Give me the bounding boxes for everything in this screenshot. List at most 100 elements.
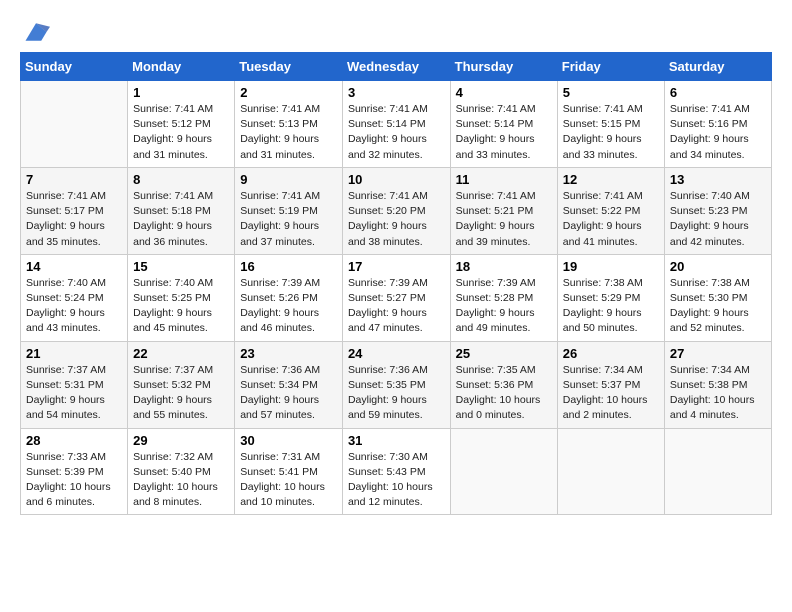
day-info: Sunrise: 7:40 AMSunset: 5:25 PMDaylight:… <box>133 276 229 337</box>
day-number: 14 <box>26 259 122 274</box>
calendar-cell: 4Sunrise: 7:41 AMSunset: 5:14 PMDaylight… <box>450 81 557 168</box>
day-info: Sunrise: 7:41 AMSunset: 5:14 PMDaylight:… <box>456 102 552 163</box>
col-header-thursday: Thursday <box>450 53 557 81</box>
day-info: Sunrise: 7:41 AMSunset: 5:12 PMDaylight:… <box>133 102 229 163</box>
calendar-cell: 12Sunrise: 7:41 AMSunset: 5:22 PMDayligh… <box>557 167 664 254</box>
calendar-cell: 31 Sunrise: 7:30 AMSunset: 5:43 PMDayligh… <box>342 428 450 515</box>
day-info: Sunrise: 7:39 AMSunset: 5:27 PMDaylight:… <box>348 276 445 337</box>
page: SundayMondayTuesdayWednesdayThursdayFrid… <box>0 0 792 612</box>
calendar-cell: 22Sunrise: 7:37 AMSunset: 5:32 PMDayligh… <box>128 341 235 428</box>
calendar-cell: 7 Sunrise: 7:41 AMSunset: 5:17 PMDaylight… <box>21 167 128 254</box>
day-info: Sunrise: 7:35 AMSunset: 5:36 PMDaylight:… <box>456 363 552 424</box>
day-info: Sunrise: 7:41 AMSunset: 5:15 PMDaylight:… <box>563 102 659 163</box>
calendar-cell <box>664 428 771 515</box>
day-number: 15 <box>133 259 229 274</box>
day-number: 11 <box>456 172 552 187</box>
day-info: Sunrise: 7:41 AMSunset: 5:13 PMDaylight:… <box>240 102 337 163</box>
calendar-cell <box>21 81 128 168</box>
calendar-cell: 9 Sunrise: 7:41 AMSunset: 5:19 PMDaylight… <box>235 167 343 254</box>
calendar-cell: 20 Sunrise: 7:38 AMSunset: 5:30 PMDayligh… <box>664 254 771 341</box>
col-header-saturday: Saturday <box>664 53 771 81</box>
day-number: 2 <box>240 85 337 100</box>
day-number: 7 <box>26 172 122 187</box>
day-info: Sunrise: 7:40 AMSunset: 5:24 PMDaylight:… <box>26 276 122 337</box>
calendar-week-row: 1 Sunrise: 7:41 AMSunset: 5:12 PMDaylight… <box>21 81 772 168</box>
calendar-cell: 15 Sunrise: 7:40 AMSunset: 5:25 PMDayligh… <box>128 254 235 341</box>
day-number: 3 <box>348 85 445 100</box>
header <box>20 18 772 42</box>
day-info: Sunrise: 7:37 AMSunset: 5:31 PMDaylight:… <box>26 363 122 424</box>
calendar-week-row: 21 Sunrise: 7:37 AMSunset: 5:31 PMDayligh… <box>21 341 772 428</box>
day-number: 10 <box>348 172 445 187</box>
day-info: Sunrise: 7:41 AMSunset: 5:21 PMDaylight:… <box>456 189 552 250</box>
day-number: 12 <box>563 172 659 187</box>
day-info: Sunrise: 7:40 AMSunset: 5:23 PMDaylight:… <box>670 189 766 250</box>
day-info: Sunrise: 7:39 AMSunset: 5:26 PMDaylight:… <box>240 276 337 337</box>
day-info: Sunrise: 7:36 AMSunset: 5:34 PMDaylight:… <box>240 363 337 424</box>
calendar-cell: 2 Sunrise: 7:41 AMSunset: 5:13 PMDaylight… <box>235 81 343 168</box>
day-number: 26 <box>563 346 659 361</box>
calendar-cell: 24 Sunrise: 7:36 AMSunset: 5:35 PMDayligh… <box>342 341 450 428</box>
day-info: Sunrise: 7:33 AMSunset: 5:39 PMDaylight:… <box>26 450 122 511</box>
calendar-cell: 23Sunrise: 7:36 AMSunset: 5:34 PMDayligh… <box>235 341 343 428</box>
day-number: 19 <box>563 259 659 274</box>
calendar-cell: 27 Sunrise: 7:34 AMSunset: 5:38 PMDayligh… <box>664 341 771 428</box>
day-info: Sunrise: 7:34 AMSunset: 5:38 PMDaylight:… <box>670 363 766 424</box>
day-number: 17 <box>348 259 445 274</box>
day-info: Sunrise: 7:30 AMSunset: 5:43 PMDaylight:… <box>348 450 445 511</box>
day-number: 18 <box>456 259 552 274</box>
day-number: 5 <box>563 85 659 100</box>
calendar-cell: 10 Sunrise: 7:41 AMSunset: 5:20 PMDayligh… <box>342 167 450 254</box>
day-number: 13 <box>670 172 766 187</box>
day-info: Sunrise: 7:41 AMSunset: 5:17 PMDaylight:… <box>26 189 122 250</box>
day-number: 21 <box>26 346 122 361</box>
calendar-cell: 28 Sunrise: 7:33 AMSunset: 5:39 PMDayligh… <box>21 428 128 515</box>
calendar-cell: 29Sunrise: 7:32 AMSunset: 5:40 PMDayligh… <box>128 428 235 515</box>
day-number: 27 <box>670 346 766 361</box>
col-header-wednesday: Wednesday <box>342 53 450 81</box>
day-info: Sunrise: 7:41 AMSunset: 5:20 PMDaylight:… <box>348 189 445 250</box>
col-header-sunday: Sunday <box>21 53 128 81</box>
calendar-cell: 30 Sunrise: 7:31 AMSunset: 5:41 PMDayligh… <box>235 428 343 515</box>
calendar-cell: 5 Sunrise: 7:41 AMSunset: 5:15 PMDaylight… <box>557 81 664 168</box>
calendar-cell: 21 Sunrise: 7:37 AMSunset: 5:31 PMDayligh… <box>21 341 128 428</box>
day-number: 8 <box>133 172 229 187</box>
calendar-cell: 1 Sunrise: 7:41 AMSunset: 5:12 PMDaylight… <box>128 81 235 168</box>
col-header-friday: Friday <box>557 53 664 81</box>
day-number: 16 <box>240 259 337 274</box>
calendar-cell: 13 Sunrise: 7:40 AMSunset: 5:23 PMDayligh… <box>664 167 771 254</box>
day-info: Sunrise: 7:41 AMSunset: 5:16 PMDaylight:… <box>670 102 766 163</box>
calendar-cell: 14 Sunrise: 7:40 AMSunset: 5:24 PMDayligh… <box>21 254 128 341</box>
calendar-cell: 26 Sunrise: 7:34 AMSunset: 5:37 PMDayligh… <box>557 341 664 428</box>
calendar-cell: 11 Sunrise: 7:41 AMSunset: 5:21 PMDayligh… <box>450 167 557 254</box>
calendar-cell: 25 Sunrise: 7:35 AMSunset: 5:36 PMDayligh… <box>450 341 557 428</box>
logo <box>20 18 50 42</box>
day-info: Sunrise: 7:36 AMSunset: 5:35 PMDaylight:… <box>348 363 445 424</box>
day-number: 31 <box>348 433 445 448</box>
calendar-week-row: 14 Sunrise: 7:40 AMSunset: 5:24 PMDayligh… <box>21 254 772 341</box>
day-info: Sunrise: 7:39 AMSunset: 5:28 PMDaylight:… <box>456 276 552 337</box>
day-number: 28 <box>26 433 122 448</box>
col-header-tuesday: Tuesday <box>235 53 343 81</box>
calendar-cell <box>450 428 557 515</box>
day-number: 25 <box>456 346 552 361</box>
day-number: 24 <box>348 346 445 361</box>
logo-icon <box>22 18 50 46</box>
day-info: Sunrise: 7:31 AMSunset: 5:41 PMDaylight:… <box>240 450 337 511</box>
calendar-cell: 8 Sunrise: 7:41 AMSunset: 5:18 PMDaylight… <box>128 167 235 254</box>
day-info: Sunrise: 7:41 AMSunset: 5:19 PMDaylight:… <box>240 189 337 250</box>
calendar-cell: 16 Sunrise: 7:39 AMSunset: 5:26 PMDayligh… <box>235 254 343 341</box>
day-info: Sunrise: 7:38 AMSunset: 5:29 PMDaylight:… <box>563 276 659 337</box>
day-number: 20 <box>670 259 766 274</box>
day-number: 6 <box>670 85 766 100</box>
day-info: Sunrise: 7:34 AMSunset: 5:37 PMDaylight:… <box>563 363 659 424</box>
day-number: 9 <box>240 172 337 187</box>
col-header-monday: Monday <box>128 53 235 81</box>
day-info: Sunrise: 7:38 AMSunset: 5:30 PMDaylight:… <box>670 276 766 337</box>
day-number: 1 <box>133 85 229 100</box>
day-info: Sunrise: 7:37 AMSunset: 5:32 PMDaylight:… <box>133 363 229 424</box>
day-number: 30 <box>240 433 337 448</box>
day-info: Sunrise: 7:41 AMSunset: 5:18 PMDaylight:… <box>133 189 229 250</box>
calendar-cell: 3Sunrise: 7:41 AMSunset: 5:14 PMDaylight… <box>342 81 450 168</box>
day-info: Sunrise: 7:32 AMSunset: 5:40 PMDaylight:… <box>133 450 229 511</box>
